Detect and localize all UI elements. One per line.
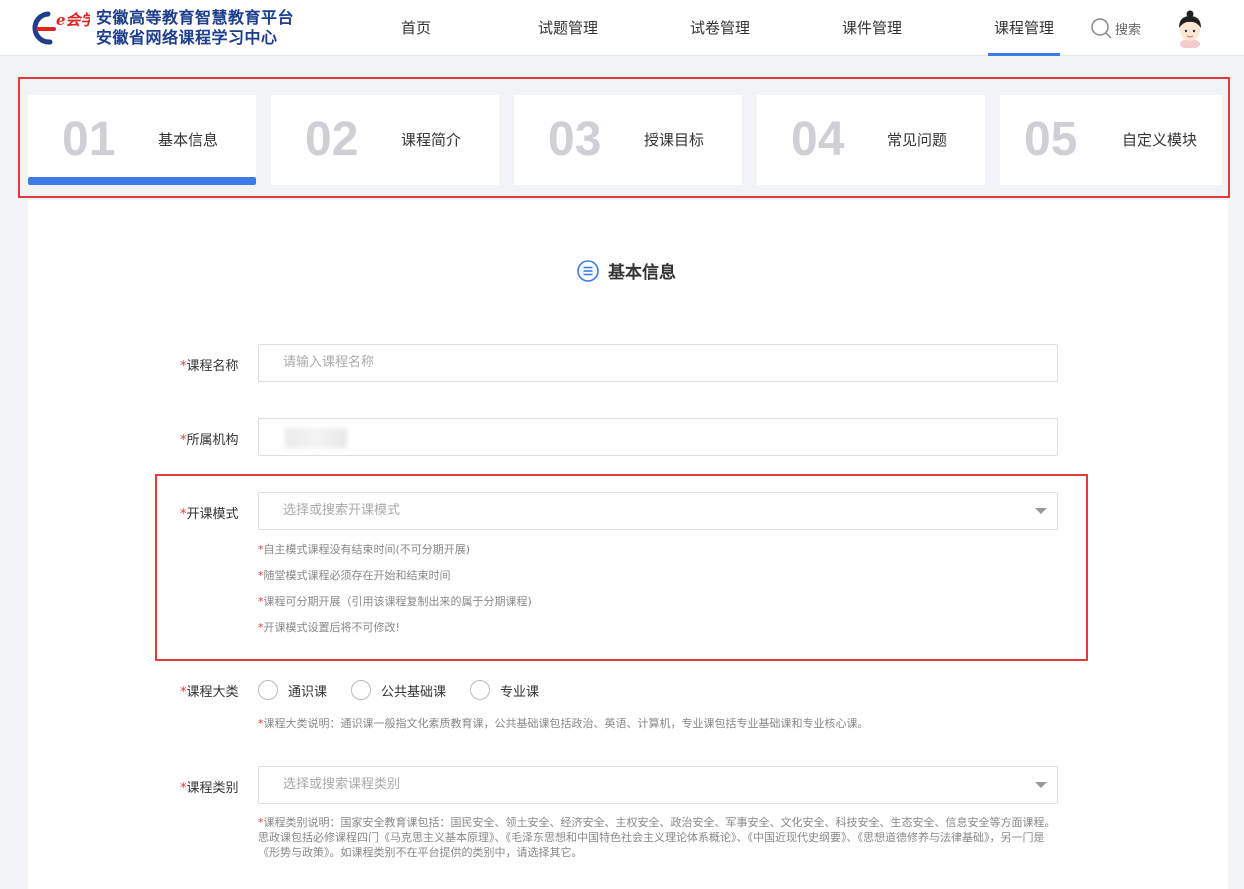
institution-input[interactable] bbox=[258, 418, 1058, 456]
mode-select[interactable]: 选择或搜索开课模式 bbox=[258, 492, 1058, 530]
step-number: 01 bbox=[62, 113, 116, 166]
course-name-label: *课程名称 bbox=[180, 359, 239, 374]
platform-logo[interactable]: e会学 安徽高等教育智慧教育平台 安徽省网络课程学习中心 bbox=[28, 8, 294, 48]
category-type-label: *课程类别 bbox=[180, 781, 239, 796]
mode-hint: *课程可分期开展（引用该课程复制出来的属于分期课程) bbox=[258, 595, 532, 608]
section-title-text: 基本信息 bbox=[608, 263, 676, 283]
step-number: 04 bbox=[791, 113, 845, 166]
nav-course-management[interactable]: 课程管理 bbox=[948, 0, 1100, 56]
mode-hint: *开课模式设置后将不可修改! bbox=[258, 621, 400, 634]
top-header: e会学 安徽高等教育智慧教育平台 安徽省网络课程学习中心 首页 试题管理 试卷管… bbox=[0, 0, 1244, 56]
step-faq[interactable]: 04 常见问题 bbox=[757, 95, 985, 185]
search-button[interactable]: 搜索 bbox=[1090, 17, 1141, 39]
chevron-down-icon bbox=[1035, 782, 1047, 788]
mode-label: *开课模式 bbox=[180, 507, 239, 522]
step-number: 03 bbox=[548, 113, 602, 166]
logo-mark-text: e会学 bbox=[56, 11, 90, 29]
step-label: 常见问题 bbox=[887, 131, 948, 149]
chevron-down-icon bbox=[1035, 508, 1047, 514]
mode-placeholder: 选择或搜索开课模式 bbox=[283, 503, 401, 518]
search-icon bbox=[1091, 18, 1112, 39]
step-label: 基本信息 bbox=[158, 131, 219, 149]
user-avatar[interactable] bbox=[1174, 10, 1206, 49]
logo-mark-icon: e会学 bbox=[28, 8, 98, 48]
list-circle-icon bbox=[577, 259, 599, 282]
nav-courseware-management[interactable]: 课件管理 bbox=[796, 0, 948, 56]
step-label: 课程简介 bbox=[401, 131, 462, 149]
logo-title-line2: 安徽省网络课程学习中心 bbox=[96, 28, 278, 47]
course-name-placeholder: 请输入课程名称 bbox=[283, 355, 375, 370]
step-basic-info[interactable]: 01 基本信息 bbox=[28, 95, 256, 185]
step-course-intro[interactable]: 02 课程简介 bbox=[271, 95, 499, 185]
category-major-radio-group: 通识课 公共基础课 专业课 bbox=[258, 680, 563, 700]
nav-paper-management[interactable]: 试卷管理 bbox=[644, 0, 796, 56]
step-number: 05 bbox=[1024, 113, 1078, 166]
category-major-hint: *课程大类说明：通识课一般指文化素质教育课，公共基础课包括政治、英语、计算机，专… bbox=[258, 717, 869, 730]
radio-public-foundation[interactable]: 公共基础课 bbox=[351, 680, 446, 700]
step-label: 授课目标 bbox=[644, 131, 705, 149]
radio-specialized[interactable]: 专业课 bbox=[470, 680, 539, 700]
search-label: 搜索 bbox=[1115, 22, 1142, 38]
radio-circle[interactable] bbox=[351, 680, 372, 700]
logo-title-line1: 安徽高等教育智慧教育平台 bbox=[96, 8, 295, 27]
step-label: 自定义模块 bbox=[1122, 131, 1198, 149]
radio-general-education[interactable]: 通识课 bbox=[258, 680, 327, 700]
section-title: 基本信息 bbox=[576, 258, 676, 283]
nav-home[interactable]: 首页 bbox=[340, 0, 492, 56]
step-number: 02 bbox=[305, 113, 359, 166]
mode-hint: *随堂模式课程必须存在开始和结束时间 bbox=[258, 569, 451, 582]
redacted-value bbox=[285, 428, 347, 448]
mode-hint: *自主模式课程没有结束时间(不可分期开展) bbox=[258, 543, 471, 556]
course-name-input[interactable]: 请输入课程名称 bbox=[258, 344, 1058, 382]
category-type-placeholder: 选择或搜索课程类别 bbox=[283, 777, 401, 792]
institution-label: *所属机构 bbox=[180, 433, 239, 448]
radio-circle[interactable] bbox=[470, 680, 491, 700]
category-major-label: *课程大类 bbox=[180, 685, 239, 700]
nav-question-management[interactable]: 试题管理 bbox=[492, 0, 644, 56]
category-type-select[interactable]: 选择或搜索课程类别 bbox=[258, 766, 1058, 804]
main-nav: 首页 试题管理 试卷管理 课件管理 课程管理 bbox=[340, 0, 1100, 56]
category-type-hint: *课程类别说明：国家安全教育课包括：国民安全、领土安全、经济安全、主权安全、政治… bbox=[258, 816, 1056, 859]
radio-circle[interactable] bbox=[258, 680, 278, 700]
step-teaching-goals[interactable]: 03 授课目标 bbox=[514, 95, 742, 185]
step-custom-module[interactable]: 05 自定义模块 bbox=[1000, 95, 1222, 185]
